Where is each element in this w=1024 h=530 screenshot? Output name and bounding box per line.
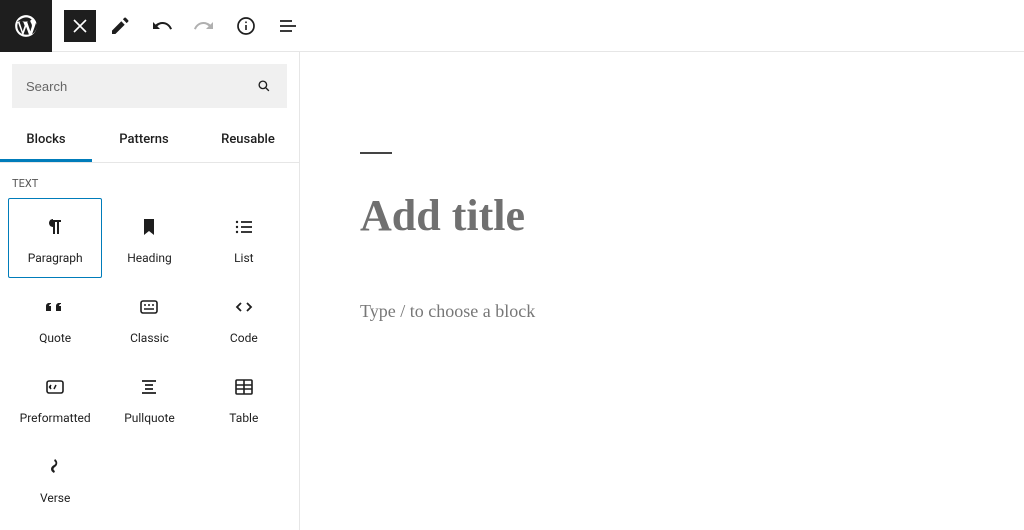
block-item-label: Quote xyxy=(39,331,71,345)
block-item-paragraph[interactable]: Paragraph xyxy=(8,198,102,278)
undo-icon xyxy=(150,14,174,38)
block-item-list[interactable]: List xyxy=(197,198,291,278)
block-item-label: Heading xyxy=(127,251,172,265)
heading-icon xyxy=(137,215,161,239)
details-button[interactable] xyxy=(228,8,264,44)
wordpress-logo[interactable] xyxy=(0,0,52,52)
block-item-label: Table xyxy=(229,411,258,425)
block-item-pullquote[interactable]: Pullquote xyxy=(102,358,196,438)
block-item-label: Pullquote xyxy=(124,411,175,425)
table-icon xyxy=(232,375,256,399)
tab-blocks[interactable]: Blocks xyxy=(0,120,92,162)
quote-icon xyxy=(43,295,67,319)
block-item-label: Preformatted xyxy=(20,411,91,425)
pencil-icon xyxy=(108,14,132,38)
post-title-input[interactable]: Add title xyxy=(360,190,964,241)
title-rule xyxy=(360,152,392,154)
block-item-verse[interactable]: Verse xyxy=(8,438,102,518)
editor-topbar xyxy=(0,0,1024,52)
list-view-button[interactable] xyxy=(270,8,306,44)
block-item-label: Code xyxy=(230,331,258,345)
toggle-inserter-button[interactable] xyxy=(64,10,96,42)
inserter-tabs: Blocks Patterns Reusable xyxy=(0,120,299,163)
editor-main: Blocks Patterns Reusable TEXT Paragraph H… xyxy=(0,52,1024,530)
search-icon xyxy=(255,77,273,95)
search-field[interactable] xyxy=(12,64,287,108)
block-list[interactable]: TEXT Paragraph Heading List Quote Classic Cod… xyxy=(0,163,299,530)
code-icon xyxy=(232,295,256,319)
info-icon xyxy=(234,14,258,38)
default-block-appender[interactable]: Type / to choose a block xyxy=(360,301,964,322)
list-icon xyxy=(232,215,256,239)
wordpress-icon xyxy=(13,13,39,39)
verse-icon xyxy=(43,455,67,479)
block-item-code[interactable]: Code xyxy=(197,278,291,358)
preformatted-icon xyxy=(43,375,67,399)
block-item-label: Classic xyxy=(130,331,169,345)
category-title: TEXT xyxy=(0,163,299,198)
block-item-quote[interactable]: Quote xyxy=(8,278,102,358)
close-icon xyxy=(68,14,92,38)
paragraph-icon xyxy=(43,215,67,239)
block-item-label: List xyxy=(234,251,254,265)
pullquote-icon xyxy=(137,375,161,399)
tab-patterns[interactable]: Patterns xyxy=(92,120,196,162)
block-inserter-panel: Blocks Patterns Reusable TEXT Paragraph H… xyxy=(0,52,300,530)
block-item-label: Paragraph xyxy=(28,251,83,265)
redo-button[interactable] xyxy=(186,8,222,44)
tab-reusable[interactable]: Reusable xyxy=(196,120,300,162)
classic-icon xyxy=(137,295,161,319)
search-input[interactable] xyxy=(26,79,255,94)
block-item-preformatted[interactable]: Preformatted xyxy=(8,358,102,438)
redo-icon xyxy=(192,14,216,38)
block-item-table[interactable]: Table xyxy=(197,358,291,438)
tools-button[interactable] xyxy=(102,8,138,44)
list-view-icon xyxy=(276,14,300,38)
block-item-label: Verse xyxy=(40,491,70,505)
undo-button[interactable] xyxy=(144,8,180,44)
block-item-heading[interactable]: Heading xyxy=(102,198,196,278)
editor-canvas[interactable]: Add title Type / to choose a block xyxy=(300,52,1024,530)
search-wrap xyxy=(0,52,299,120)
block-item-classic[interactable]: Classic xyxy=(102,278,196,358)
